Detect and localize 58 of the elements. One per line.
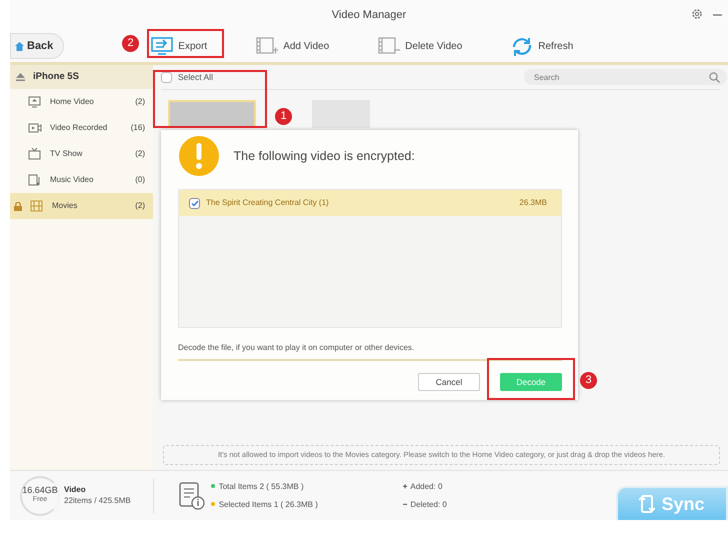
video-camera-icon (28, 122, 42, 134)
item-count: (2) (135, 148, 145, 160)
file-row[interactable]: The Spirit Creating Central City (1) 26.3MB (179, 190, 561, 216)
window-title: Video Manager (332, 8, 406, 23)
item-count: (0) (135, 174, 145, 186)
sidebar-item[interactable]: Video Recorded (16) (10, 115, 153, 141)
file-size: 26.3MB (519, 197, 547, 209)
warning-icon (178, 135, 220, 177)
video-thumbnail[interactable] (312, 100, 370, 128)
dialog-title: The following video is encrypted: (234, 148, 415, 165)
sidebar-label: Home Video (50, 96, 94, 108)
film-minus-icon (377, 36, 402, 56)
home-icon (15, 42, 24, 50)
video-thumbnail[interactable] (168, 100, 256, 128)
sidebar-item[interactable]: Music Video (0) (10, 167, 153, 193)
cancel-button[interactable]: Cancel (418, 373, 480, 391)
item-count: (2) (135, 200, 145, 212)
select-all-checkbox[interactable] (161, 72, 172, 82)
check-icon (190, 200, 198, 206)
device-name: iPhone 5S (33, 70, 79, 84)
sync-icon (639, 495, 656, 513)
film-icon (30, 200, 44, 212)
search-field[interactable]: Search (524, 69, 727, 85)
sidebar-label: Video Recorded (50, 122, 108, 134)
sidebar-label: Music Video (50, 174, 94, 186)
sidebar-label: Movies (52, 200, 78, 212)
film-plus-icon (255, 36, 280, 56)
sidebar-label: TV Show (50, 148, 82, 160)
change-sign: + (402, 482, 408, 490)
monitor-icon (28, 96, 42, 108)
back-button[interactable]: Back (10, 32, 64, 60)
toolbar-button[interactable]: Delete Video (371, 34, 468, 58)
category-name: Video (64, 485, 87, 496)
toolbar-button[interactable]: Refresh (504, 34, 580, 58)
select-all-label: Select All (178, 70, 213, 84)
stat-text: Total Items 2 ( 55.3MB ) (218, 482, 304, 490)
file-name: The Spirit Creating Central City (1) (206, 197, 329, 209)
item-count: (2) (135, 96, 145, 108)
settings-icon[interactable] (691, 8, 703, 20)
file-checkbox[interactable] (189, 198, 200, 208)
item-count: (16) (130, 122, 145, 134)
usage-text: 22items / 425.5MB (64, 496, 131, 506)
monitor-arrow-icon (150, 36, 174, 56)
stat-text: Selected Items 1 ( 26.3MB ) (218, 500, 318, 508)
eject-icon (16, 73, 25, 81)
tv-icon (28, 148, 42, 160)
sidebar-item[interactable]: Movies (2) (10, 193, 153, 219)
change-text: Deleted: 0 (410, 500, 447, 508)
change-text: Added: 0 (410, 482, 442, 490)
toolbar-button[interactable]: Add Video (249, 34, 336, 58)
storage-size: 16.64GB (22, 486, 58, 495)
change-sign: − (402, 500, 408, 508)
toolbar-button[interactable]: Export (144, 34, 214, 58)
sidebar-item[interactable]: TV Show (2) (10, 141, 153, 167)
document-info-icon (178, 482, 205, 510)
dialog-hint: Decode the file, if you want to play it on computer or other devices. (178, 342, 562, 361)
music-note-icon (28, 174, 42, 186)
sidebar-item[interactable]: Home Video (2) (10, 89, 153, 115)
